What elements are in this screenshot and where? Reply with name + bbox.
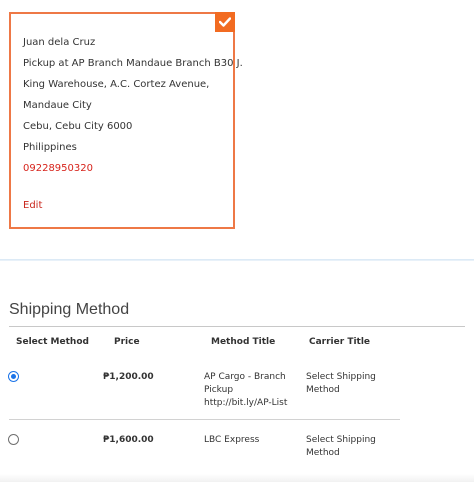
address-region-postcode: Cebu, Cebu City 6000	[23, 121, 133, 132]
method-title-line: AP Cargo - Branch	[204, 372, 286, 382]
shipping-address-card[interactable]: Juan dela Cruz Pickup at AP Branch Manda…	[9, 12, 243, 229]
address-lines: Juan dela Cruz Pickup at AP Branch Manda…	[23, 32, 243, 179]
address-country: Philippines	[23, 142, 77, 153]
bottom-edge	[0, 474, 474, 482]
column-header-method-title: Method Title	[211, 337, 276, 347]
selected-check-icon	[215, 12, 235, 32]
carrier-title-cell: Select Shipping Method	[306, 434, 376, 460]
recipient-name: Juan dela Cruz	[23, 37, 96, 48]
shipping-method-title-cell: AP Cargo - Branch Pickup http://bit.ly/A…	[204, 371, 287, 410]
shipping-price: ₱1,200.00	[103, 372, 154, 382]
carrier-title-line: Method	[306, 448, 340, 458]
shipping-price: ₱1,600.00	[103, 435, 154, 445]
address-city: Mandaue City	[23, 100, 92, 111]
column-header-carrier-title: Carrier Title	[309, 337, 371, 347]
carrier-title-line: Select Shipping	[306, 435, 376, 445]
address-phone[interactable]: 09228950320	[23, 158, 243, 179]
shipping-option-radio-ap-cargo[interactable]	[8, 371, 19, 382]
carrier-title-line: Select Shipping	[306, 372, 376, 382]
shipping-option-radio-lbc-express[interactable]	[8, 434, 19, 445]
carrier-title-cell: Select Shipping Method	[306, 371, 376, 397]
method-title-link[interactable]: http://bit.ly/AP-List	[204, 397, 287, 410]
method-title-line: Pickup	[204, 385, 234, 395]
column-header-price: Price	[114, 337, 140, 347]
address-street-1: Pickup at AP Branch Mandaue Branch B30 J…	[23, 58, 243, 69]
row-divider	[9, 419, 400, 420]
shipping-method-title-cell: LBC Express	[204, 434, 259, 447]
address-street-2: King Warehouse, A.C. Cortez Avenue,	[23, 79, 210, 90]
title-divider	[9, 326, 465, 327]
shipping-method-title: Shipping Method	[9, 301, 130, 318]
method-title-line: LBC Express	[204, 435, 260, 445]
edit-address-link[interactable]: Edit	[23, 200, 42, 211]
carrier-title-line: Method	[306, 385, 340, 395]
column-header-select-method: Select Method	[16, 337, 89, 347]
section-divider	[0, 259, 474, 261]
